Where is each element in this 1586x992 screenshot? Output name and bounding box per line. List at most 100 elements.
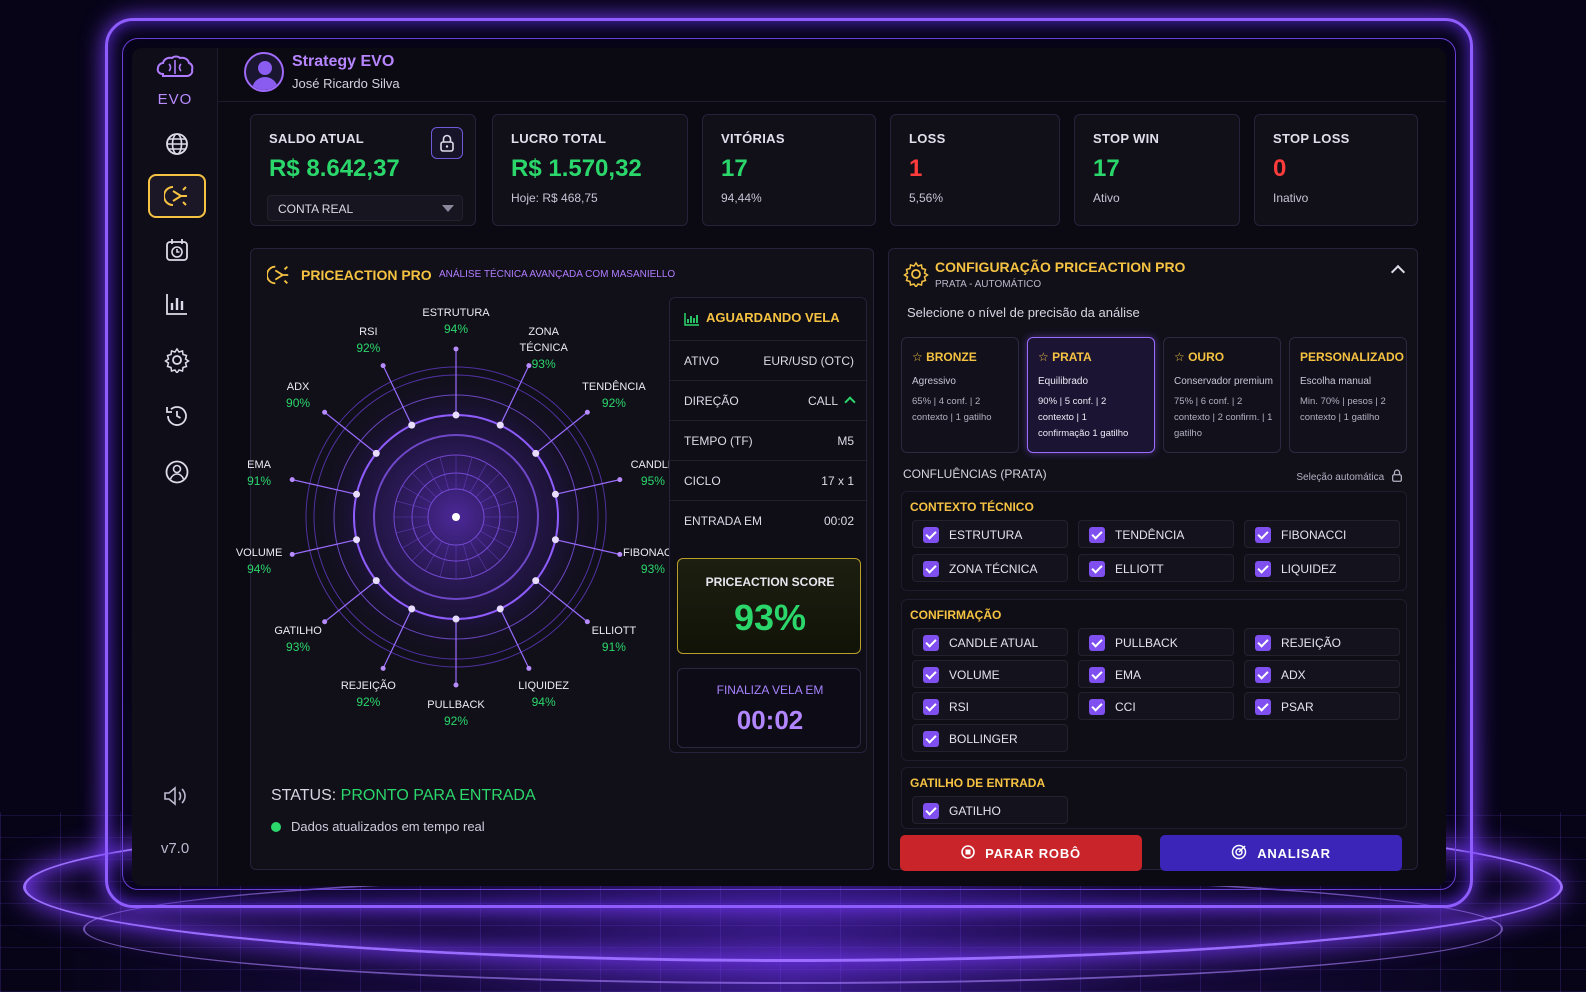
stat-sub: Inativo [1273, 191, 1309, 205]
checkbox-item[interactable]: PULLBACK [1078, 628, 1234, 656]
checkbox-item[interactable]: TENDÊNCIA [1078, 520, 1234, 548]
level-detail: Min. 70% | pesos | 2 contexto | 1 gatilh… [1300, 396, 1386, 423]
radar-indicator-label: ELLIOTT 91% [574, 623, 654, 655]
checkbox-item[interactable]: ADX [1244, 660, 1400, 688]
level-prata[interactable]: ☆ PRATA Equilibrado 90% | 5 conf. | 2 co… [1027, 337, 1155, 453]
stat-sub: Hoje: R$ 468,75 [511, 191, 598, 205]
level-desc: Conservador premium [1174, 376, 1273, 387]
checkbox-item[interactable]: LIQUIDEZ [1244, 554, 1400, 582]
signal-key: ATIVO [684, 354, 720, 368]
live-indicator: Dados atualizados em tempo real [271, 819, 485, 834]
stat-label: LOSS [909, 131, 946, 146]
checkbox-item[interactable]: VOLUME [912, 660, 1068, 688]
avatar[interactable] [244, 52, 284, 92]
checkbox-label: EMA [1115, 668, 1142, 682]
checkbox-label: PULLBACK [1115, 636, 1178, 650]
stat-label: SALDO ATUAL [269, 131, 365, 146]
group-title: CONFIRMAÇÃO [910, 608, 1002, 622]
header: Strategy EVO José Ricardo Silva [218, 48, 1446, 102]
checkbox-item[interactable]: REJEIÇÃO [1244, 628, 1400, 656]
nav-history[interactable] [148, 394, 206, 438]
auto-select: Seleção automática [1296, 469, 1403, 483]
config-panel: CONFIGURAÇÃO PRICEACTION PRO PRATA - AUT… [888, 248, 1418, 870]
group-gatilho: GATILHO DE ENTRADA GATILHO [901, 767, 1407, 829]
analyze-button[interactable]: ANALISAR [1160, 835, 1402, 871]
checkbox-label: FIBONACCI [1281, 528, 1347, 542]
radar-indicator-label: ADX 90% [258, 379, 338, 411]
checkbox-item[interactable]: ESTRUTURA [912, 520, 1068, 548]
nav-settings[interactable] [148, 338, 206, 382]
check-icon [1089, 667, 1105, 683]
level-ouro[interactable]: ☆ OURO Conservador premium 75% | 6 conf.… [1163, 337, 1281, 453]
level-desc: Equilibrado [1038, 376, 1089, 387]
stop-robot-button[interactable]: PARAR ROBÔ [900, 835, 1142, 871]
indicator-pct: 91% [247, 474, 272, 489]
nav-globe[interactable] [148, 122, 206, 166]
stop-icon [961, 844, 975, 862]
stop-robot-label: PARAR ROBÔ [985, 845, 1081, 861]
chevron-up-icon [844, 396, 856, 408]
stat-value: R$ 1.570,32 [511, 155, 642, 182]
indicator-name: GATILHO [274, 625, 322, 638]
radar-visual [289, 346, 623, 688]
indicator-name: ADX [286, 380, 310, 393]
checkbox-item[interactable]: EMA [1078, 660, 1234, 688]
indicator-name: VOLUME [235, 546, 283, 559]
level-detail: 65% | 4 conf. | 2 contexto | 1 gatilho [912, 396, 992, 423]
chevron-up-icon[interactable] [1390, 264, 1406, 280]
indicator-pct: 92% [443, 714, 469, 728]
account-select-value: CONTA REAL [278, 202, 354, 216]
checkbox-label: TENDÊNCIA [1115, 528, 1185, 542]
check-icon [923, 561, 939, 577]
level-personalizado[interactable]: PERSONALIZADO Escolha manual Min. 70% | … [1289, 337, 1407, 453]
group-contexto: CONTEXTO TÉCNICO ESTRUTURA TENDÊNCIA FIBON… [901, 491, 1407, 591]
checkbox-item[interactable]: RSI [912, 692, 1068, 720]
level-bronze[interactable]: ☆ BRONZE Agressivo 65% | 4 conf. | 2 con… [901, 337, 1019, 453]
status-line: STATUS: PRONTO PARA ENTRADA [271, 787, 536, 805]
sidebar: EVO v7.0 [132, 48, 218, 886]
checkbox-item[interactable]: CCI [1078, 692, 1234, 720]
check-icon [1089, 561, 1105, 577]
live-dot [271, 822, 281, 832]
signal-row: DIREÇÃO CALL [670, 380, 868, 420]
lock-button[interactable] [431, 127, 463, 159]
check-icon [1089, 699, 1105, 715]
checkbox-item[interactable]: ELLIOTT [1078, 554, 1234, 582]
account-select[interactable]: CONTA REAL [267, 195, 463, 221]
brain-icon [132, 54, 218, 91]
app-window: EVO v7.0 Strategy EVO José Ricardo Silva… [132, 48, 1446, 886]
speaker-icon [164, 786, 186, 806]
nav-calendar[interactable] [148, 228, 206, 272]
indicator-name: ELLIOTT [591, 625, 637, 638]
nav-reports[interactable] [148, 282, 206, 326]
stat-value: 17 [721, 155, 748, 182]
check-icon [1255, 527, 1271, 543]
checkbox-item[interactable]: FIBONACCI [1244, 520, 1400, 548]
stat-value: 17 [1093, 155, 1120, 182]
nav-strategy[interactable] [148, 174, 206, 218]
checkbox-label: CANDLE ATUAL [949, 636, 1039, 650]
nav-profile[interactable] [148, 450, 206, 494]
sound-button[interactable] [132, 784, 218, 814]
checkbox-item[interactable]: ZONA TÉCNICA [912, 554, 1068, 582]
star-icon: ☆ [1038, 350, 1053, 364]
checkbox-item[interactable]: GATILHO [912, 796, 1068, 824]
checkbox-item[interactable]: BOLLINGER [912, 724, 1068, 752]
strategy-icon [164, 186, 187, 206]
level-detail: 90% | 5 conf. | 2 contexto | 1 confirmaç… [1038, 396, 1129, 439]
user-name: José Ricardo Silva [292, 76, 400, 91]
group-title: CONTEXTO TÉCNICO [910, 500, 1034, 514]
radar-indicator-label: REJEIÇÃO 92% [328, 678, 408, 710]
checkbox-label: ELLIOTT [1115, 562, 1164, 576]
checkbox-label: ADX [1281, 668, 1306, 682]
level-name: ☆ BRONZE [912, 350, 977, 364]
checkbox-item[interactable]: PSAR [1244, 692, 1400, 720]
radar-indicator-label: LIQUIDEZ 94% [504, 678, 584, 710]
checkbox-label: CCI [1115, 700, 1136, 714]
stat-stop-loss: STOP LOSS 0 Inativo [1254, 114, 1418, 226]
group-confirmacao: CONFIRMAÇÃO CANDLE ATUAL PULLBACK REJEIÇÃO… [901, 599, 1407, 761]
indicator-pct: 94% [247, 561, 272, 576]
priceaction-panel: PRICEACTION PRO ANÁLISE TÉCNICA AVANÇADA… [236, 248, 874, 870]
indicator-pct: 94% [443, 322, 469, 336]
checkbox-item[interactable]: CANDLE ATUAL [912, 628, 1068, 656]
